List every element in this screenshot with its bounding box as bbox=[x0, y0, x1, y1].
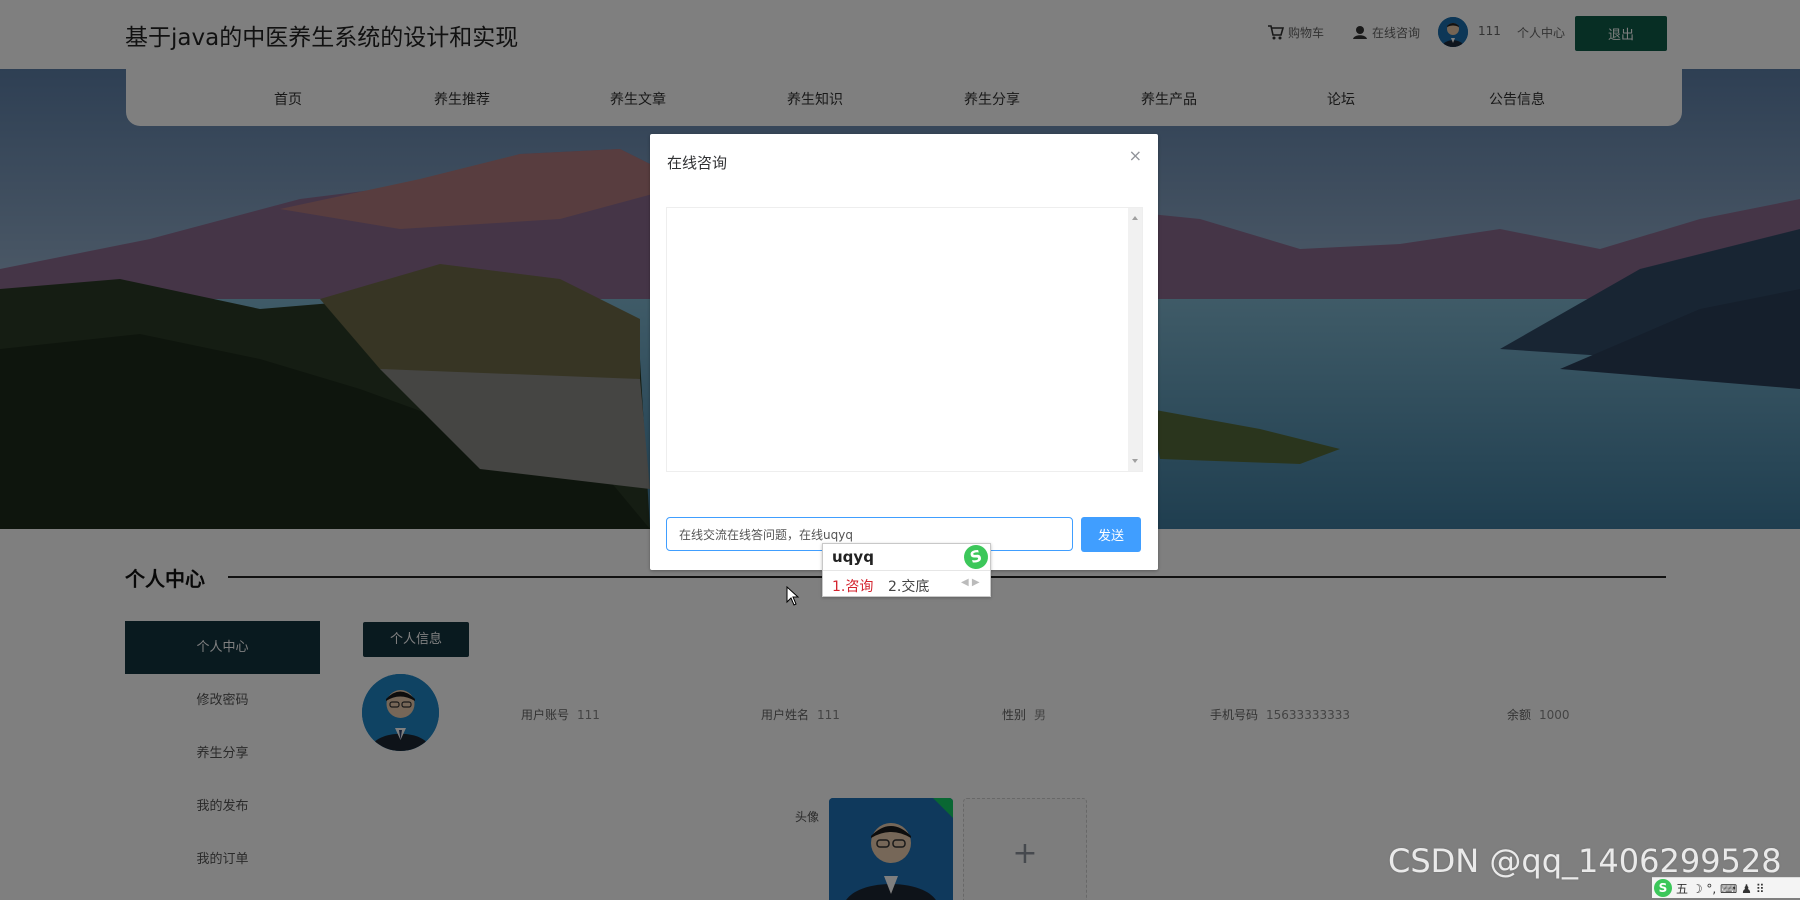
chat-messages-area[interactable] bbox=[666, 207, 1143, 472]
ime-composition: uqyq bbox=[832, 548, 874, 566]
sogou-tray-icon[interactable]: S bbox=[1654, 879, 1672, 897]
ime-page-arrows-icon[interactable]: ◀ ▶ bbox=[961, 577, 980, 588]
scroll-down-icon[interactable] bbox=[1132, 459, 1138, 463]
mouse-cursor-icon bbox=[786, 586, 800, 606]
consult-dialog: 在线咨询 × 发送 bbox=[650, 134, 1158, 570]
send-button[interactable]: 发送 bbox=[1081, 517, 1141, 552]
ime-candidate-popup: uqyq S 1.咨询 2.交底 ◀ ▶ bbox=[822, 542, 991, 597]
ime-candidate-1[interactable]: 1.咨询 bbox=[832, 576, 873, 596]
close-icon[interactable]: × bbox=[1129, 146, 1142, 165]
ime-candidate-2[interactable]: 2.交底 bbox=[888, 576, 929, 596]
csdn-watermark: CSDN @qq_1406299528 bbox=[1388, 842, 1782, 880]
ime-separator bbox=[823, 570, 990, 571]
sogou-logo-icon: S bbox=[961, 542, 991, 572]
ime-status-bar: S 五 ☽ °, ⌨ ♟ ⠿ bbox=[1652, 877, 1800, 898]
ime-status-icons[interactable]: 五 ☽ °, ⌨ ♟ ⠿ bbox=[1676, 880, 1765, 897]
scroll-up-icon[interactable] bbox=[1132, 216, 1138, 220]
chat-scrollbar[interactable] bbox=[1128, 208, 1142, 471]
dialog-title: 在线咨询 bbox=[667, 154, 728, 172]
